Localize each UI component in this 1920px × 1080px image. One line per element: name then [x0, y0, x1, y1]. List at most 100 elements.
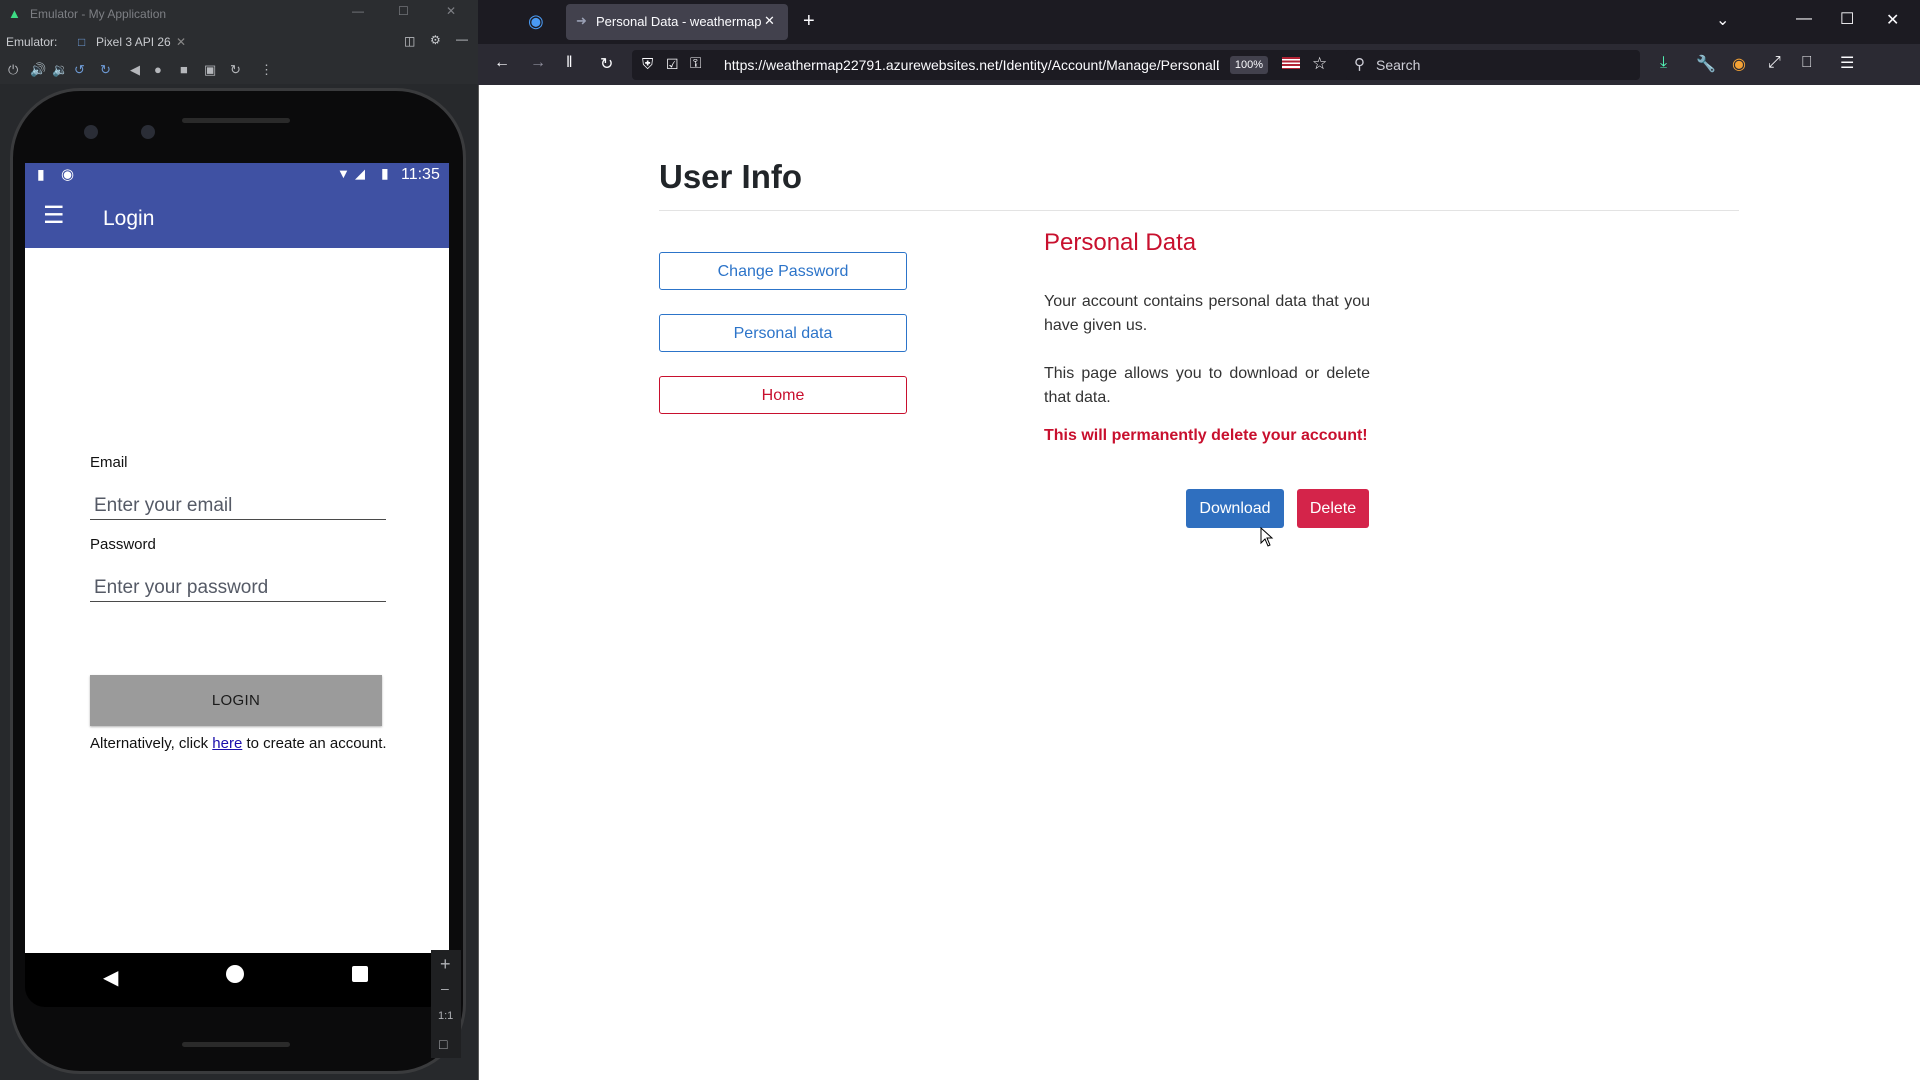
page-divider — [659, 210, 1739, 211]
snapshot-icon[interactable]: ↻ — [230, 62, 241, 78]
power-icon[interactable]: ⏻ — [8, 62, 18, 78]
personal-data-description: Your account contains personal data that… — [1044, 293, 1370, 334]
extensions-puzzle-icon[interactable]: ⎕ — [1802, 54, 1812, 72]
hide-panel-icon[interactable]: — — [456, 32, 468, 46]
emulator-window-title: Emulator - My Application — [30, 7, 167, 21]
library-icon[interactable]: ‖ — [566, 54, 573, 72]
fullscreen-icon[interactable]: ⤢ — [1768, 54, 1781, 72]
section-title: Personal Data — [1044, 229, 1197, 256]
browser-close-icon[interactable]: ✕ — [1886, 10, 1899, 30]
nav-back-icon[interactable]: ◀ — [103, 965, 118, 990]
sd-card-icon: ▮ — [37, 166, 45, 182]
login-button[interactable]: LOGIN — [90, 675, 382, 726]
rotate-left-icon[interactable]: ↺ — [74, 62, 85, 78]
minimize-icon[interactable]: — — [352, 4, 364, 18]
battery-icon: ▮ — [381, 165, 389, 181]
emulator-controls-bar: ⏻ 🔊 🔉 ↺ ↻ ◀ ● ■ ▣ ↻ ⋮ — [0, 56, 478, 84]
settings-gear-icon[interactable]: ⚙ — [430, 33, 441, 47]
tab-title: Personal Data - weathermap — [596, 14, 762, 29]
maximize-icon[interactable]: ☐ — [398, 4, 409, 18]
search-placeholder: Search — [1376, 57, 1421, 73]
camera-icon[interactable]: ▣ — [204, 62, 216, 78]
new-tab-icon[interactable]: + — [803, 10, 815, 33]
rotate-right-icon[interactable]: ↻ — [100, 62, 111, 78]
create-account-prefix: Alternatively, click — [90, 735, 213, 752]
devtools-wrench-icon[interactable]: 🔧 — [1696, 54, 1716, 74]
browser-forward-icon[interactable]: → — [530, 54, 546, 72]
change-password-button[interactable]: Change Password — [659, 252, 907, 290]
volume-down-icon[interactable]: 🔉 — [52, 62, 68, 78]
front-camera-icon — [84, 125, 98, 139]
password-label: Password — [90, 536, 156, 553]
earpiece — [182, 118, 290, 123]
zoom-level-badge[interactable]: 100% — [1230, 56, 1268, 74]
sync-icon: ◉ — [61, 166, 75, 183]
android-status-bar: ▮ ◉ ▼ ◢ ▮ 11:35 — [25, 163, 449, 189]
android-nav-bar: ◀ — [25, 953, 449, 1007]
email-label: Email — [90, 454, 128, 471]
create-account-link[interactable]: here — [212, 735, 242, 752]
app-title: Login — [103, 207, 155, 230]
us-flag-icon[interactable] — [1282, 57, 1300, 69]
download-button[interactable]: Download — [1186, 489, 1284, 528]
status-time: 11:35 — [401, 166, 440, 183]
emulator-device-bar: Emulator: □ Pixel 3 API 26 ✕ ◫ ⚙ — — [0, 28, 478, 56]
lock-icon[interactable]: ☑ — [666, 56, 679, 73]
app-menu-icon[interactable]: ☰ — [1840, 53, 1854, 73]
device-tab-close-icon[interactable]: ✕ — [176, 35, 186, 49]
browser-search-box[interactable]: ⚲ Search — [1346, 50, 1638, 80]
download-delete-description: This page allows you to download or dele… — [1044, 365, 1370, 406]
tracking-shield-icon[interactable]: ⛨ — [642, 56, 653, 73]
browser-minimize-icon[interactable]: — — [1796, 10, 1812, 28]
bookmark-star-icon[interactable]: ☆ — [1312, 54, 1327, 74]
browser-back-icon[interactable]: ← — [494, 54, 510, 72]
zoom-in-icon[interactable]: + — [440, 954, 451, 975]
phone-screen — [25, 163, 449, 953]
downloads-icon[interactable]: ⤓ — [1660, 54, 1667, 72]
key-icon[interactable]: ⚿ — [690, 55, 701, 72]
layout-icon[interactable]: ◫ — [404, 34, 415, 48]
android-icon: ▲ — [8, 6, 21, 21]
extension-orange-icon[interactable]: ◉ — [1732, 54, 1746, 74]
page-title: User Info — [659, 158, 803, 195]
sensor-icon — [141, 125, 155, 139]
fit-screen-icon[interactable]: □ — [439, 1036, 447, 1052]
wifi-icon: ▼ — [337, 166, 350, 181]
zoom-ratio[interactable]: 1:1 — [438, 1010, 453, 1022]
personal-data-button[interactable]: Personal data — [659, 314, 907, 352]
nav-recents-icon[interactable] — [352, 966, 368, 982]
device-phone-icon: □ — [78, 35, 86, 49]
url-text[interactable]: https://weathermap22791.azurewebsites.ne… — [724, 57, 1219, 73]
create-account-hint: Alternatively, click here to create an a… — [90, 735, 387, 752]
app-bar: ☰ Login — [25, 189, 449, 248]
home-button[interactable]: Home — [659, 376, 907, 414]
password-field[interactable] — [90, 574, 386, 602]
volume-up-icon[interactable]: 🔊 — [30, 62, 46, 78]
overview-icon[interactable]: ■ — [180, 62, 188, 77]
reload-icon[interactable]: ↻ — [600, 54, 613, 74]
zoom-out-icon[interactable]: – — [441, 980, 449, 996]
create-account-suffix: to create an account. — [242, 735, 387, 752]
firefox-view-icon[interactable]: ◉ — [528, 11, 544, 32]
browser-tab-active[interactable]: ➜ Personal Data - weathermap ✕ — [566, 4, 788, 40]
browser-maximize-icon[interactable]: ☐ — [1840, 9, 1854, 29]
tab-close-icon[interactable]: ✕ — [764, 13, 775, 29]
mouse-cursor-icon — [1260, 527, 1274, 547]
device-tab[interactable]: Pixel 3 API 26 — [96, 35, 171, 49]
delete-warning: This will permanently delete your accoun… — [1044, 427, 1368, 444]
emulator-titlebar: ▲ Emulator - My Application — ☐ ✕ — [0, 0, 478, 28]
tab-list-icon[interactable]: ⌄ — [1716, 10, 1729, 30]
bottom-speaker — [182, 1042, 290, 1047]
delete-button[interactable]: Delete — [1297, 489, 1369, 528]
signal-icon: ◢ — [355, 166, 365, 181]
more-icon[interactable]: ⋮ — [260, 62, 273, 78]
nav-home-icon[interactable] — [226, 965, 244, 983]
emulator-label: Emulator: — [6, 35, 58, 49]
back-icon[interactable]: ◀ — [130, 62, 140, 78]
close-icon[interactable]: ✕ — [446, 4, 456, 18]
home-icon[interactable]: ● — [154, 62, 162, 77]
search-icon: ⚲ — [1354, 56, 1365, 73]
hamburger-menu-icon[interactable]: ☰ — [43, 201, 65, 230]
email-field[interactable] — [90, 492, 386, 520]
emulator-zoom-controls: + – 1:1 □ — [431, 950, 461, 1058]
